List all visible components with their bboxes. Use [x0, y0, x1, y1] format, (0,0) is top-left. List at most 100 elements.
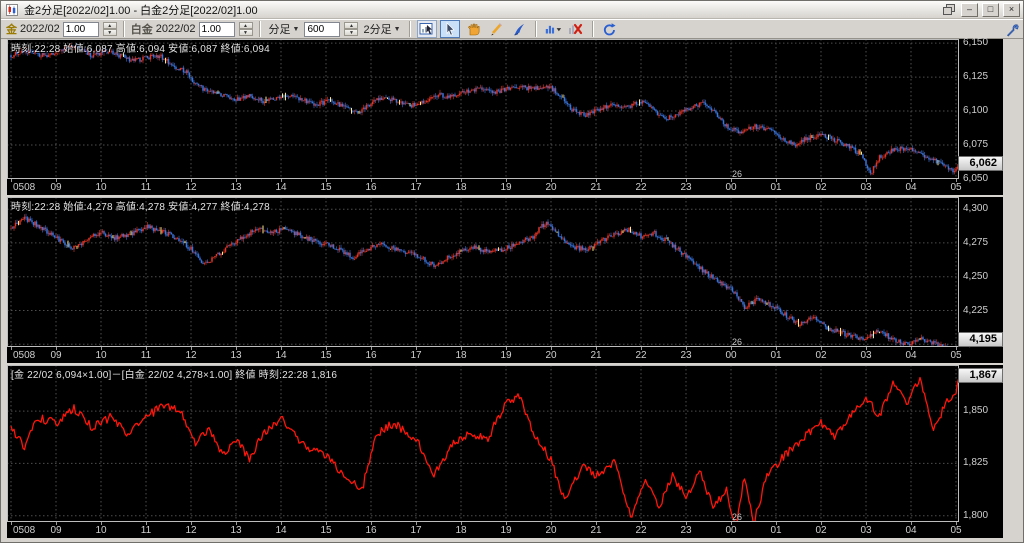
- price-tick-label: 6,150: [963, 37, 988, 49]
- gold-ratio-input[interactable]: [63, 22, 99, 37]
- time-tick-label: 16: [365, 182, 376, 193]
- window-title: 金2分足[2022/02]1.00 - 白金2分足[2022/02]1.00: [24, 2, 937, 18]
- platinum-ratio-stepper[interactable]: ▲▼: [239, 22, 253, 36]
- platinum-info-readout: 時刻:22:28 始値:4,278 高値:4,278 安値:4,277 終値:4…: [11, 198, 270, 213]
- time-tick-label: 10: [95, 182, 106, 193]
- time-tick-label: 22: [635, 350, 646, 361]
- time-tick-label: 09: [50, 182, 61, 193]
- delete-chart-icon: [568, 22, 583, 36]
- time-tick-label: 02: [815, 525, 826, 536]
- time-tick: [11, 522, 12, 525]
- time-tick-label: 22: [635, 525, 646, 536]
- date-marker-label: 26: [732, 337, 742, 347]
- float-window-icon[interactable]: [941, 3, 957, 17]
- time-tick-label: 13: [230, 350, 241, 361]
- platinum-price-scale: 4,3004,2754,2504,2254,2004,195: [959, 197, 1003, 347]
- spread-price-scale: 1,8501,8251,8001,867: [959, 365, 1003, 522]
- time-tick-label: 0508: [13, 525, 35, 536]
- time-tick-label: 14: [275, 182, 286, 193]
- toolbar-separator: [259, 21, 261, 37]
- time-tick-label: 12: [185, 525, 196, 536]
- time-tick-label: 10: [95, 525, 106, 536]
- time-tick-label: 02: [815, 182, 826, 193]
- time-tick-label: 21: [590, 350, 601, 361]
- time-tick-label: 05: [950, 182, 961, 193]
- date-marker-label: 26: [732, 169, 742, 179]
- time-tick-label: 03: [860, 182, 871, 193]
- time-tick-label: 18: [455, 182, 466, 193]
- panel-platinum-candlestick: 26 時刻:22:28 始値:4,278 高値:4,278 安値:4,277 終…: [7, 197, 1003, 363]
- price-tick-label: 4,250: [963, 271, 988, 283]
- minimize-button[interactable]: –: [961, 3, 978, 17]
- current-price-badge: 6,062: [958, 156, 1003, 171]
- time-tick-label: 09: [50, 350, 61, 361]
- time-tick-label: 21: [590, 525, 601, 536]
- chart-cursor-button[interactable]: [417, 20, 437, 38]
- price-tick-label: 6,100: [963, 105, 988, 117]
- time-tick-label: 19: [500, 350, 511, 361]
- period-dropdown[interactable]: 2分足▼: [361, 21, 402, 37]
- time-tick-label: 20: [545, 350, 556, 361]
- maximize-button[interactable]: □: [982, 3, 999, 17]
- price-tick-label: 4,275: [963, 237, 988, 249]
- platinum-ratio-input[interactable]: [199, 22, 235, 37]
- time-tick: [11, 179, 12, 182]
- toolbar-separator: [409, 21, 411, 37]
- pan-tool-button[interactable]: [463, 20, 483, 38]
- time-tick-label: 00: [725, 182, 736, 193]
- platinum-time-axis: 0508091011121314151617181920212223000102…: [7, 347, 1003, 363]
- refresh-button[interactable]: [600, 20, 620, 38]
- time-tick-label: 18: [455, 525, 466, 536]
- gold-ratio-stepper[interactable]: ▲▼: [103, 22, 117, 36]
- platinum-plot[interactable]: 26: [7, 197, 959, 347]
- select-tool-button[interactable]: [440, 20, 460, 38]
- time-tick-label: 22: [635, 182, 646, 193]
- chart-type-button[interactable]: [543, 20, 563, 38]
- bar-count-stepper[interactable]: ▲▼: [344, 22, 358, 36]
- time-tick-label: 01: [770, 350, 781, 361]
- panel-spread-line: 26 [金 22/02 6,094×1.00]－[白金 22/02 4,278×…: [7, 365, 1003, 538]
- time-tick-label: 12: [185, 350, 196, 361]
- current-price-badge: 4,195: [958, 332, 1003, 347]
- bar-count-input[interactable]: [304, 22, 340, 37]
- time-tick-label: 04: [905, 182, 916, 193]
- annotation-pen-button[interactable]: [509, 20, 529, 38]
- time-tick-label: 20: [545, 182, 556, 193]
- price-tick-label: 1,825: [963, 457, 988, 469]
- chevron-down-icon: ▼: [293, 26, 300, 33]
- time-tick-label: 17: [410, 525, 421, 536]
- time-tick-label: 05: [950, 525, 961, 536]
- time-tick-label: 01: [770, 525, 781, 536]
- spread-info-readout: [金 22/02 6,094×1.00]－[白金 22/02 4,278×1.0…: [11, 366, 337, 381]
- price-tick-label: 6,050: [963, 173, 988, 185]
- toolbar-separator: [535, 21, 537, 37]
- spread-plot[interactable]: 26: [7, 365, 959, 522]
- time-tick-label: 11: [141, 350, 151, 361]
- time-tick-label: 15: [320, 350, 331, 361]
- time-tick-label: 19: [500, 182, 511, 193]
- time-tick-label: 19: [500, 525, 511, 536]
- gold-plot[interactable]: 26: [7, 39, 959, 179]
- time-tick-label: 15: [320, 525, 331, 536]
- gold-time-axis: 0508091011121314151617181920212223000102…: [7, 179, 1003, 195]
- time-tick-label: 09: [50, 525, 61, 536]
- time-tick-label: 04: [905, 525, 916, 536]
- delete-indicator-button[interactable]: [566, 20, 586, 38]
- time-tick-label: 00: [725, 525, 736, 536]
- refresh-icon: [602, 22, 617, 37]
- time-tick-label: 16: [365, 350, 376, 361]
- title-bar[interactable]: 金2分足[2022/02]1.00 - 白金2分足[2022/02]1.00 –…: [1, 1, 1023, 19]
- settings-wrench-icon[interactable]: [1006, 24, 1020, 43]
- time-tick-label: 03: [860, 350, 871, 361]
- time-tick-label: 15: [320, 182, 331, 193]
- time-tick-label: 23: [680, 525, 691, 536]
- chart-area: 26 時刻:22:28 始値:6,087 高値:6,094 安値:6,087 終…: [7, 39, 1003, 538]
- bar-chart-icon: [544, 22, 562, 36]
- price-tick-label: 1,800: [963, 510, 988, 522]
- draw-line-button[interactable]: [486, 20, 506, 38]
- close-button[interactable]: ×: [1003, 3, 1020, 17]
- time-tick-label: 13: [230, 182, 241, 193]
- time-tick-label: 17: [410, 182, 421, 193]
- interval-type-dropdown[interactable]: 分足▼: [267, 21, 302, 37]
- time-tick-label: 00: [725, 350, 736, 361]
